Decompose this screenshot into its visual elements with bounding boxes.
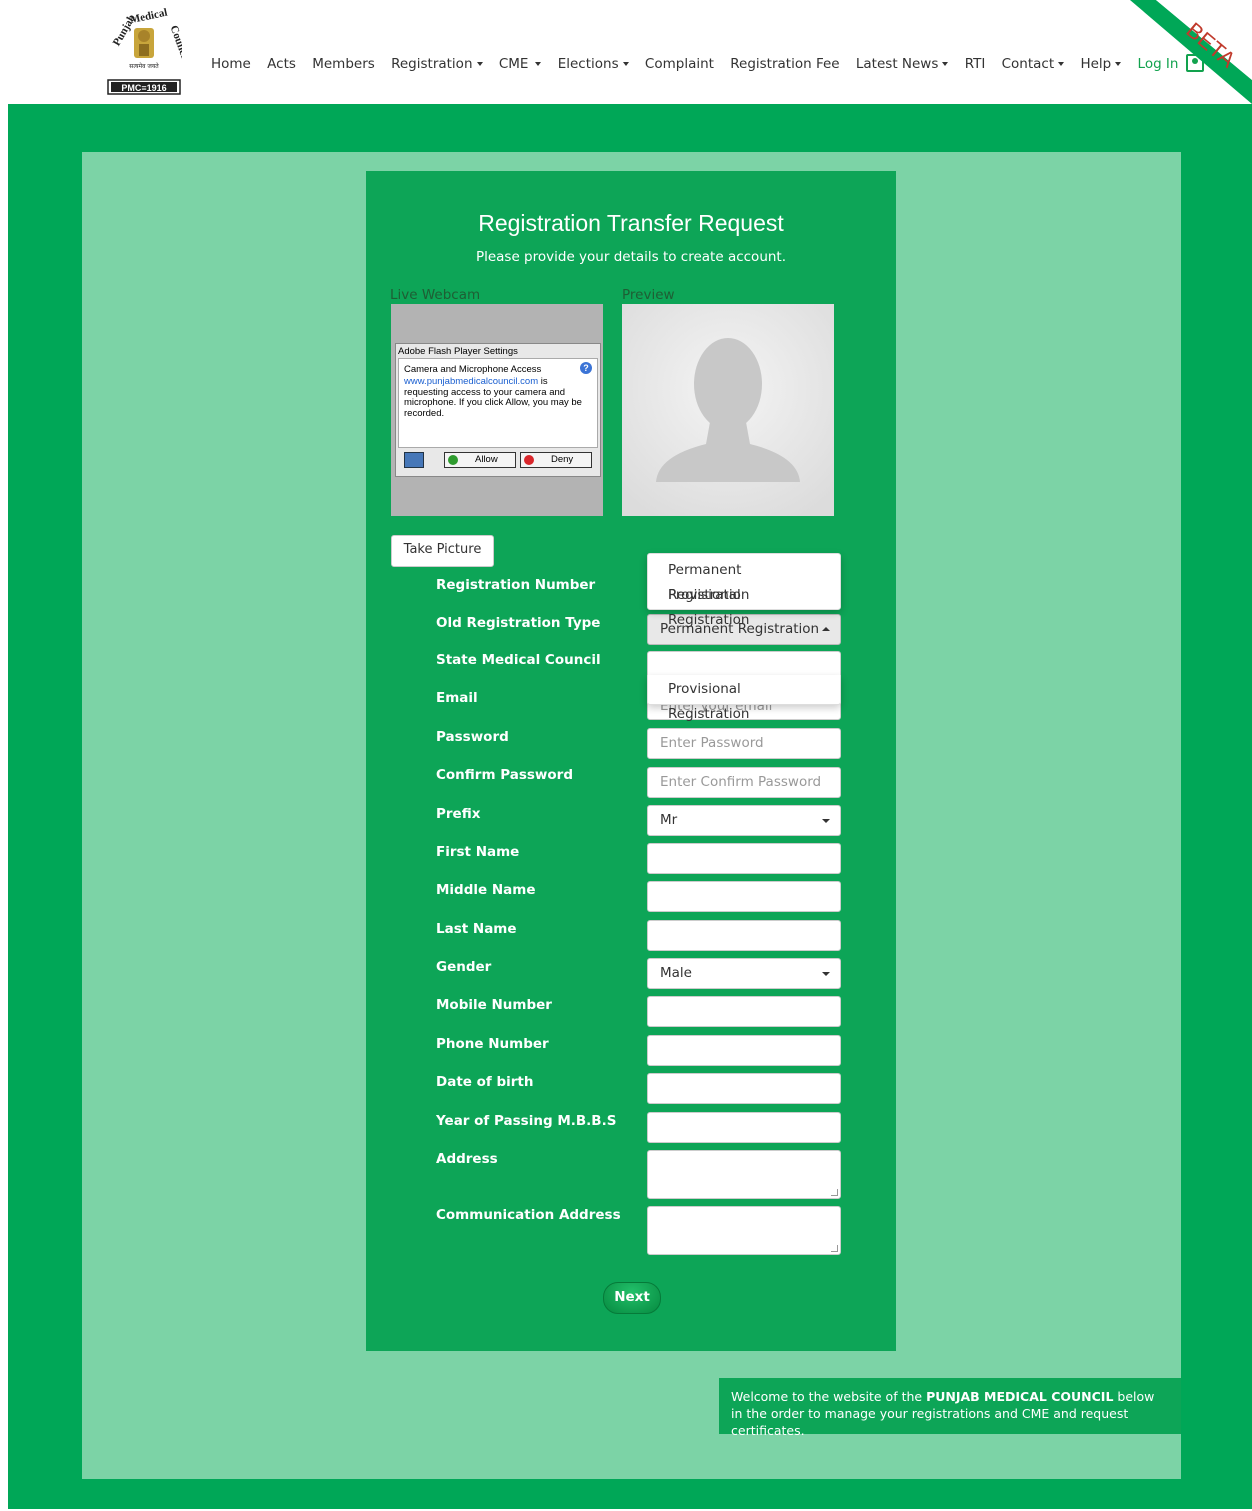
password-field[interactable]: Enter Password <box>647 728 841 759</box>
svg-text:Medical: Medical <box>129 7 169 27</box>
photo-preview <box>622 304 834 516</box>
svg-text:Council: Council <box>168 24 182 63</box>
prefix-select[interactable]: Mr <box>647 805 841 836</box>
nav-registration-fee[interactable]: Registration Fee <box>730 56 839 72</box>
first-name-field[interactable] <box>647 843 841 874</box>
welcome-banner: Welcome to the website of the PUNJAB MED… <box>719 1378 1181 1438</box>
registration-type-dropdown-menu: Permanent Registration Provisional Regis… <box>647 553 841 628</box>
take-picture-button[interactable]: Take Picture <box>391 535 494 567</box>
beta-ribbon: BETA <box>1130 0 1252 104</box>
top-navbar: Punjab Medical Council सत्यमेव जयते PMC≡… <box>0 0 1252 104</box>
nav-elections[interactable]: Elections <box>558 56 629 72</box>
label-email: Email <box>436 690 478 706</box>
user-silhouette-icon <box>622 304 834 516</box>
mobile-number-field[interactable] <box>647 996 841 1027</box>
year-of-passing-field[interactable] <box>647 1112 841 1143</box>
flash-settings-dialog: Adobe Flash Player Settings Camera and M… <box>395 343 601 477</box>
state-council-dropdown-menu: Provisional Registration <box>647 675 841 722</box>
flash-dialog-heading: Camera and Microphone Access <box>404 364 542 375</box>
chevron-down-icon <box>942 62 949 66</box>
chevron-down-icon <box>822 819 830 823</box>
svg-text:सत्यमेव जयते: सत्यमेव जयते <box>129 62 159 70</box>
nav-contact[interactable]: Contact <box>1002 56 1065 72</box>
resize-grip-icon[interactable] <box>831 1245 838 1252</box>
svg-text:PMC≡1916: PMC≡1916 <box>121 83 166 93</box>
middle-name-field[interactable] <box>647 881 841 912</box>
chevron-down-icon <box>535 62 542 66</box>
webcam-label: Live Webcam <box>390 287 481 303</box>
chevron-down-icon <box>476 62 483 66</box>
nav-complaint[interactable]: Complaint <box>645 56 714 72</box>
label-confirm-password: Confirm Password <box>436 767 574 783</box>
address-textarea[interactable] <box>647 1150 841 1199</box>
next-button[interactable]: Next <box>603 1282 661 1314</box>
gender-select[interactable]: Male <box>647 958 841 989</box>
nav-rti[interactable]: RTI <box>965 56 986 72</box>
chevron-down-icon <box>1058 62 1065 66</box>
flash-dialog-title: Adobe Flash Player Settings <box>398 346 518 357</box>
chevron-up-icon <box>822 627 830 631</box>
main-nav: Home Acts Members Registration CME Elect… <box>211 54 1216 72</box>
label-old-registration-type: Old Registration Type <box>436 615 601 631</box>
label-password: Password <box>436 729 509 745</box>
nav-members[interactable]: Members <box>312 56 375 72</box>
phone-number-field[interactable] <box>647 1035 841 1066</box>
label-middle-name: Middle Name <box>436 882 536 898</box>
chevron-down-icon <box>822 972 830 976</box>
label-first-name: First Name <box>436 844 520 860</box>
label-last-name: Last Name <box>436 921 517 937</box>
chevron-down-icon <box>1115 62 1122 66</box>
deny-button[interactable]: Deny <box>520 452 592 468</box>
allow-button[interactable]: Allow <box>444 452 516 468</box>
label-address: Address <box>436 1151 498 1167</box>
nav-acts[interactable]: Acts <box>267 56 296 72</box>
flash-dialog-body: www.punjabmedicalcouncil.com is requesti… <box>404 376 582 419</box>
no-entry-icon <box>524 455 534 465</box>
label-mobile-number: Mobile Number <box>436 997 552 1013</box>
nav-help[interactable]: Help <box>1080 56 1122 72</box>
monitor-icon[interactable] <box>404 452 424 468</box>
nav-home[interactable]: Home <box>211 56 251 72</box>
resize-grip-icon[interactable] <box>831 1189 838 1196</box>
nav-cme[interactable]: CME <box>499 56 542 72</box>
check-icon <box>448 455 458 465</box>
label-year-of-passing: Year of Passing M.B.B.S <box>436 1113 617 1129</box>
preview-label: Preview <box>622 287 675 303</box>
pmc-logo[interactable]: Punjab Medical Council सत्यमेव जयते PMC≡… <box>106 6 182 96</box>
confirm-password-field[interactable]: Enter Confirm Password <box>647 767 841 798</box>
label-gender: Gender <box>436 959 492 975</box>
label-prefix: Prefix <box>436 806 481 822</box>
label-phone-number: Phone Number <box>436 1036 549 1052</box>
last-name-field[interactable] <box>647 920 841 951</box>
label-communication-address: Communication Address <box>436 1207 621 1223</box>
nav-latest-news[interactable]: Latest News <box>856 56 949 72</box>
label-state-medical-council: State Medical Council <box>436 652 601 668</box>
label-date-of-birth: Date of birth <box>436 1074 534 1090</box>
page-subtitle: Please provide your details to create ac… <box>475 249 787 265</box>
help-icon[interactable]: ? <box>580 362 592 374</box>
nav-registration[interactable]: Registration <box>391 56 483 72</box>
communication-address-textarea[interactable] <box>647 1206 841 1255</box>
chevron-down-icon <box>622 62 629 66</box>
option-permanent-registration[interactable]: Permanent Registration <box>648 558 840 603</box>
option-provisional-registration[interactable]: Provisional Registration <box>648 677 840 722</box>
date-of-birth-field[interactable] <box>647 1073 841 1104</box>
label-registration-number: Registration Number <box>436 577 596 593</box>
page-title: Registration Transfer Request <box>478 210 784 236</box>
